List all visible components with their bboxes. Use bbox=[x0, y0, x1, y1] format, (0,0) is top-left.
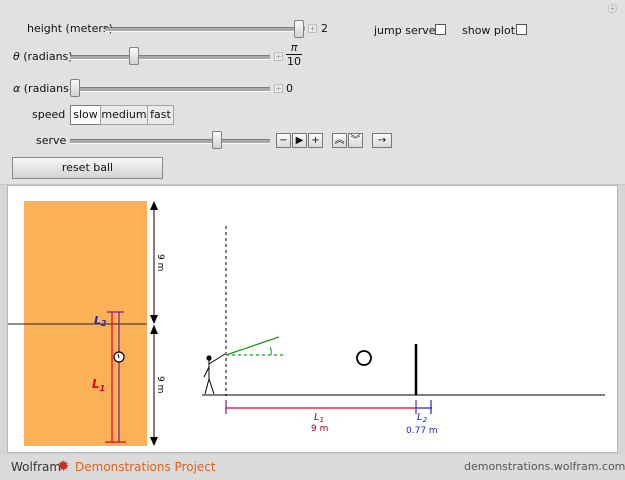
step-back-button[interactable]: − bbox=[276, 133, 291, 148]
alpha-slider-thumb[interactable] bbox=[70, 79, 80, 97]
bottom-dimension-arrow-down bbox=[150, 437, 158, 446]
alpha-label: α (radians) bbox=[13, 82, 73, 95]
l2-value-side-view: 0.77 m bbox=[406, 426, 438, 436]
l1-label-side-view: L1 bbox=[314, 412, 324, 424]
demonstrations-project-link[interactable]: Demonstrations Project bbox=[75, 460, 216, 474]
wolfram-brand: Wolfram bbox=[11, 460, 62, 474]
height-label: height (meters) bbox=[27, 22, 113, 35]
panel-options-icon[interactable]: + bbox=[608, 4, 617, 13]
alpha-value: 0 bbox=[286, 82, 293, 95]
height-slider[interactable] bbox=[105, 27, 305, 32]
bottom-dimension-label: 9 m bbox=[155, 376, 165, 393]
serve-label: serve bbox=[36, 134, 67, 147]
ball-side-view bbox=[356, 350, 372, 366]
theta-value-numerator: π bbox=[286, 42, 302, 55]
theta-symbol: θ bbox=[13, 50, 20, 63]
play-button[interactable]: ▶ bbox=[292, 133, 307, 148]
height-value: 2 bbox=[321, 22, 328, 35]
jump-serve-label: jump serve bbox=[374, 24, 436, 37]
top-dimension-arrow-down bbox=[150, 315, 158, 324]
alpha-slider[interactable] bbox=[70, 87, 270, 92]
faster-button[interactable]: ︽ bbox=[332, 133, 347, 148]
show-plot-label: show plot bbox=[462, 24, 516, 37]
top-dimension-arrow-up bbox=[150, 201, 158, 210]
speed-option-medium[interactable]: medium bbox=[100, 105, 148, 125]
show-plot-checkbox[interactable] bbox=[516, 24, 527, 35]
spikey-logo-icon: ✹ bbox=[57, 457, 70, 475]
l2-label-side-view: L2 bbox=[417, 412, 428, 424]
site-url[interactable]: demonstrations.wolfram.com bbox=[464, 460, 625, 473]
bottom-dimension-arrow-up bbox=[150, 325, 158, 334]
step-forward-button[interactable]: + bbox=[308, 133, 323, 148]
server-figure bbox=[203, 353, 226, 395]
top-dimension-label: 9 m bbox=[155, 254, 165, 271]
alpha-label-text: (radians) bbox=[20, 82, 74, 95]
speed-option-slow[interactable]: slow bbox=[70, 105, 101, 125]
graphics-pane: L2 L1 9 m 9 m L1 9 m L2 0.77 m bbox=[7, 185, 618, 453]
serve-slider[interactable] bbox=[70, 139, 270, 144]
scene: L2 L1 9 m 9 m L1 9 m L2 0.77 m bbox=[8, 201, 605, 446]
theta-label: θ (radians) bbox=[13, 50, 73, 63]
demonstration-window: + height (meters) + 2 θ (radians) + π 10… bbox=[0, 0, 625, 480]
reset-ball-button[interactable]: reset ball bbox=[12, 157, 163, 179]
height-slider-thumb[interactable] bbox=[294, 20, 304, 38]
alpha-expand-icon[interactable]: + bbox=[274, 84, 283, 93]
angle-arc bbox=[269, 346, 272, 356]
jump-serve-checkbox[interactable] bbox=[435, 24, 446, 35]
height-expand-icon[interactable]: + bbox=[308, 24, 317, 33]
theta-expand-icon[interactable]: + bbox=[274, 52, 283, 61]
theta-label-text: (radians) bbox=[19, 50, 73, 63]
theta-slider[interactable] bbox=[70, 55, 270, 60]
direction-button[interactable]: → bbox=[372, 133, 392, 148]
theta-value-denominator: 10 bbox=[287, 55, 301, 68]
slower-button[interactable]: ︾ bbox=[348, 133, 363, 148]
speed-option-fast[interactable]: fast bbox=[147, 105, 174, 125]
footer: Wolfram ✹ Demonstrations Project demonst… bbox=[0, 455, 625, 480]
theta-value: π 10 bbox=[286, 42, 302, 68]
l1-value-side-view: 9 m bbox=[311, 424, 328, 434]
speed-label: speed bbox=[32, 108, 66, 121]
theta-slider-thumb[interactable] bbox=[129, 47, 139, 65]
serve-slider-thumb[interactable] bbox=[212, 131, 222, 149]
